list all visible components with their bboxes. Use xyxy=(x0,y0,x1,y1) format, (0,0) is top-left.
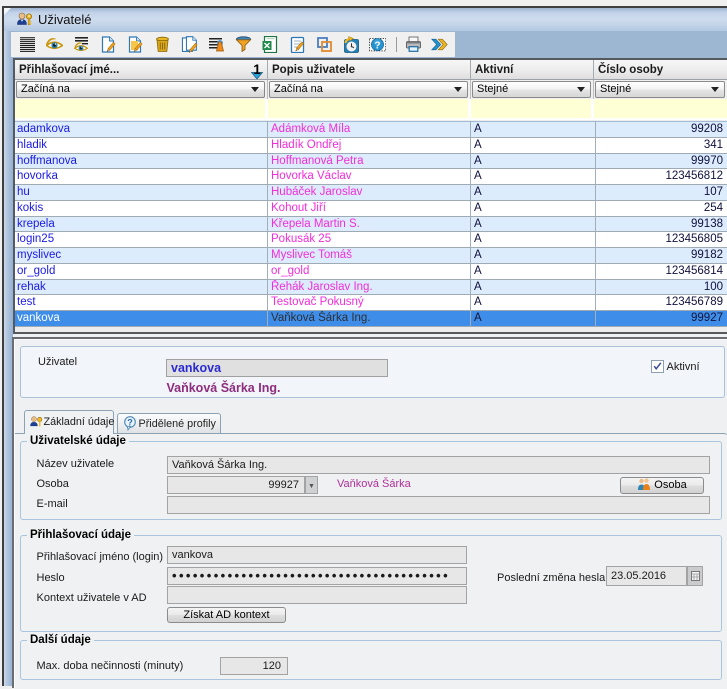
svg-text:?: ? xyxy=(127,417,133,427)
svg-text:?: ? xyxy=(374,40,380,51)
svg-text:1: 1 xyxy=(253,62,261,77)
